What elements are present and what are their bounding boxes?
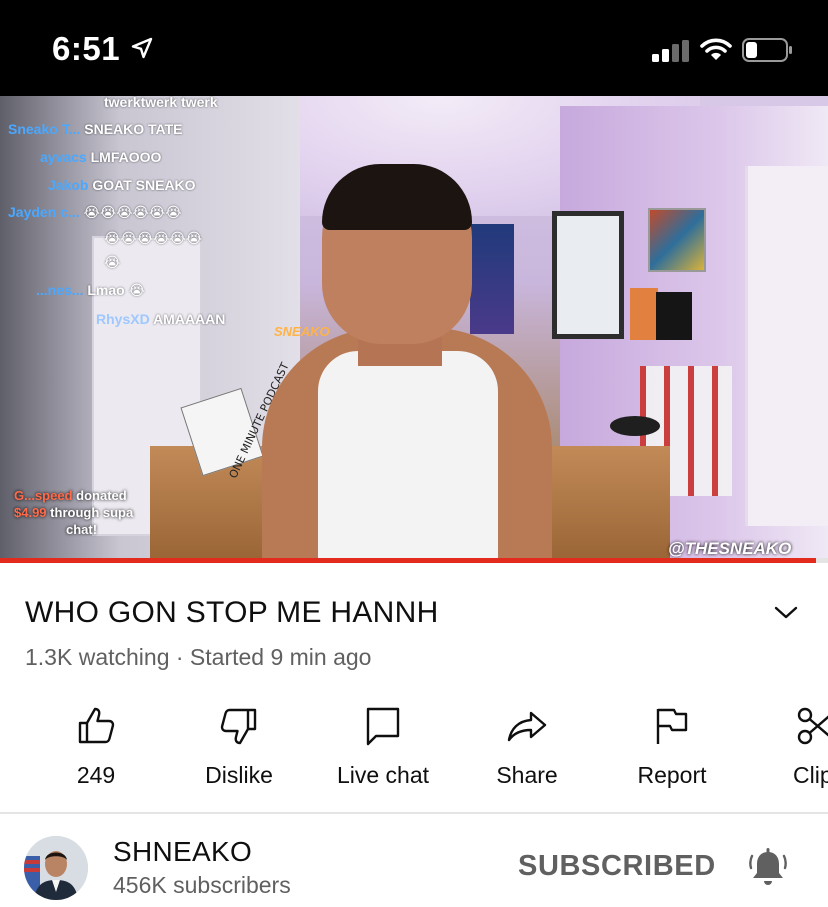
wifi-icon [700,38,732,60]
bell-ringing-icon[interactable] [746,846,790,890]
chat-message: RhysXD AMAAAAN [96,311,226,327]
video-scene-poster [630,288,658,340]
dislike-button[interactable]: Dislike [179,700,299,800]
avatar-image [24,836,88,900]
video-scene-window [552,211,624,339]
action-bar: 249 Dislike Live chat Share Report Clip [0,700,828,800]
report-label: Report [637,762,707,788]
share-label: Share [496,762,558,788]
share-button[interactable]: Share [467,700,587,800]
video-player[interactable]: ONE MINUTE PODCAST SNEAKO twerktwerk twe… [0,96,828,560]
video-title: WHO GON STOP ME HANNH [25,596,439,629]
thumbs-up-icon [78,707,115,744]
video-scene-flag [470,224,514,334]
video-scene-stool [610,416,660,436]
video-meta: 1.3K watching · Started 9 min ago [25,644,372,670]
cellular-signal-icon [652,40,689,62]
subscriber-count: 456K subscribers [113,872,291,898]
flag-icon [656,708,688,744]
status-time: 6:51 [52,30,121,67]
live-chat-button[interactable]: Live chat [323,700,443,800]
status-bar: 6:51 [0,0,828,96]
subscribed-button[interactable]: SUBSCRIBED [518,850,716,883]
channel-watermark: @THESNEAKO [668,539,792,558]
like-count: 249 [76,762,116,788]
chat-message: twerktwerk twerk [104,96,218,110]
video-scene-screen [656,292,692,340]
clip-button[interactable]: Clip [768,700,828,800]
video-scene-poster [648,208,706,272]
scissors-icon [797,707,828,745]
like-button[interactable]: 249 [36,700,156,800]
video-scene-door [745,166,828,526]
chat-overlay: twerktwerk twerk Sneako T... SNEAKO TATE… [0,96,260,336]
location-arrow-icon [131,37,153,59]
chat-message: Jakob GOAT SNEAKO [48,177,196,193]
chat-message: Jayden c... 😭😭😭😭😭😭 [8,204,182,220]
video-neon-text: SNEAKO [274,324,330,339]
donation-alert: G...speed donated $4.99 through supa cha… [14,488,134,537]
chat-message: ...nes... Lmao 😭 [36,282,145,298]
video-progress-fill [0,558,816,563]
video-scene-shirt [318,351,498,560]
chat-message: 😭 [104,254,121,270]
share-arrow-icon [507,711,547,742]
thumbs-down-icon [220,708,257,745]
chevron-down-icon[interactable] [772,600,800,624]
report-button[interactable]: Report [612,700,732,800]
chat-message: Sneako T... SNEAKO TATE [8,121,183,137]
chat-message: 😭😭😭😭😭😭 [104,230,203,246]
channel-name[interactable]: SHNEAKO [113,836,252,868]
chat-bubble-icon [366,707,400,746]
chat-message: ayvacs LMFAOOO [40,149,162,165]
dislike-label: Dislike [205,762,273,788]
video-progress-bar[interactable] [0,558,828,563]
clip-label: Clip [793,762,828,788]
divider [0,812,828,814]
battery-icon [742,38,792,62]
channel-avatar[interactable] [24,836,88,900]
live-chat-label: Live chat [336,762,430,788]
